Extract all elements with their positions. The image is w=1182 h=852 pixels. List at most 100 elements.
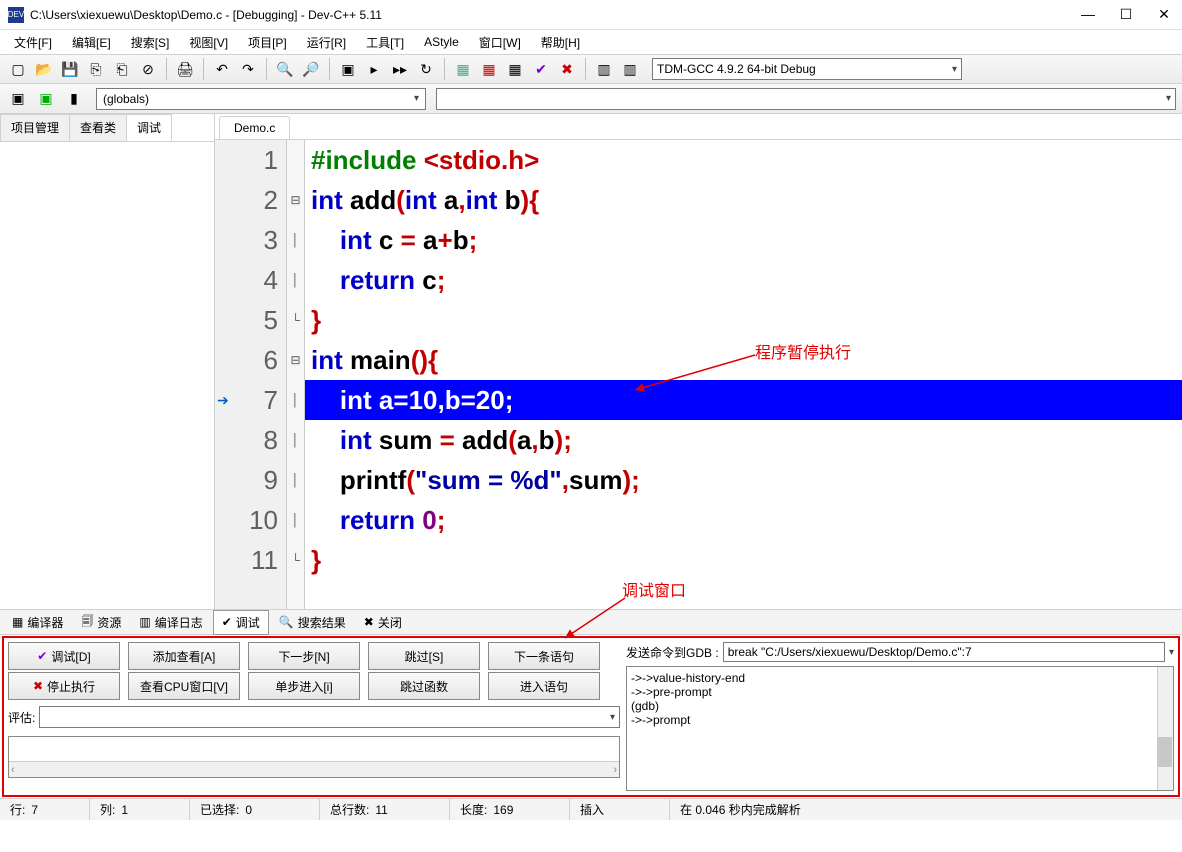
menu-item[interactable]: 项目[P] [240, 32, 295, 53]
function-combo[interactable]: ▾ [436, 88, 1176, 110]
status-total-value: 11 [375, 803, 387, 817]
button-label: 跳过[S] [405, 648, 444, 665]
compile-run-icon[interactable]: ▸▸ [388, 57, 412, 81]
eval-combo[interactable]: ▾ [39, 706, 620, 728]
status-sel-value: 0 [245, 803, 252, 817]
debug-button[interactable]: 下一步[N] [248, 642, 360, 670]
horizontal-scrollbar[interactable]: ‹› [9, 761, 619, 777]
open-file-icon[interactable]: 📂 [32, 57, 56, 81]
title-bar: DEV C:\Users\xiexuewu\Desktop\Demo.c - [… [0, 0, 1182, 30]
menu-item[interactable]: 编辑[E] [64, 32, 119, 53]
save-as-icon[interactable]: ⎗ [110, 57, 134, 81]
close-file-icon[interactable]: ⊘ [136, 57, 160, 81]
left-panel: 项目管理查看类调试 [0, 114, 215, 609]
status-sel-label: 已选择: [200, 801, 239, 818]
debug-button[interactable]: ✔调试[D] [8, 642, 120, 670]
status-total-label: 总行数: [330, 801, 369, 818]
menu-item[interactable]: 窗口[W] [471, 32, 529, 53]
delete-icon[interactable]: ✖ [555, 57, 579, 81]
bookmark-icon[interactable]: ▣ [34, 87, 58, 111]
menu-item[interactable]: 搜索[S] [123, 32, 178, 53]
find-icon[interactable]: 🔍 [273, 57, 297, 81]
button-label: 查看CPU窗口[V] [140, 678, 228, 695]
debug-button[interactable]: 查看CPU窗口[V] [128, 672, 240, 700]
left-panel-tab[interactable]: 调试 [126, 114, 172, 141]
chevron-down-icon: ▾ [952, 64, 957, 75]
save-all-icon[interactable]: ⎘ [84, 57, 108, 81]
tab-label: 编译日志 [155, 614, 203, 631]
bottom-tab[interactable]: ▦编译器 [4, 611, 71, 634]
maximize-button[interactable]: ☐ [1116, 6, 1136, 23]
debug-button[interactable]: 添加查看[A] [128, 642, 240, 670]
code-editor[interactable]: 1234567➔891011 ⊟││└⊟││││└ #include <stdi… [215, 140, 1182, 609]
tab-label: 调试 [236, 614, 260, 631]
left-panel-tab[interactable]: 项目管理 [0, 114, 70, 141]
book-icon[interactable]: ▮ [62, 87, 86, 111]
status-bar: 行:7 列:1 已选择:0 总行数:11 长度:169 插入 在 0.046 秒… [0, 798, 1182, 820]
bottom-tab[interactable]: ▥ 编译日志 [131, 611, 210, 634]
menu-item[interactable]: AStyle [416, 33, 467, 51]
rebuild-icon[interactable]: ↻ [414, 57, 438, 81]
redo-icon[interactable]: ↷ [236, 57, 260, 81]
goto-icon[interactable]: ▣ [6, 87, 30, 111]
close-button[interactable]: ✕ [1154, 6, 1174, 23]
left-panel-tab[interactable]: 查看类 [69, 114, 127, 141]
gdb-command-input[interactable] [723, 642, 1165, 662]
chevron-down-icon: ▾ [414, 93, 419, 104]
status-col-label: 列: [100, 801, 115, 818]
menu-bar: 文件[F]编辑[E]搜索[S]视图[V]项目[P]运行[R]工具[T]AStyl… [0, 30, 1182, 54]
debug-button[interactable]: 跳过函数 [368, 672, 480, 700]
file-tab[interactable]: Demo.c [219, 116, 290, 139]
toolbar-separator [444, 58, 445, 80]
status-len-label: 长度: [460, 801, 487, 818]
debug-button[interactable]: 进入语句 [488, 672, 600, 700]
compile-icon[interactable]: ▣ [336, 57, 360, 81]
bottom-tab[interactable]: ✔调试 [213, 610, 269, 635]
save-icon[interactable]: 💾 [58, 57, 82, 81]
debug-button[interactable]: ✖停止执行 [8, 672, 120, 700]
check-icon[interactable]: ✔ [529, 57, 553, 81]
scope-combo[interactable]: (globals) ▾ [96, 88, 426, 110]
profile-icon[interactable]: ▦ [503, 57, 527, 81]
bottom-tab[interactable]: 🔍搜索结果 [271, 611, 354, 634]
debug-panel: ✔调试[D] 添加查看[A] 下一步[N] 跳过[S] 下一条语句 ✖停止执行 查看CPU… [2, 636, 1180, 797]
stop-icon[interactable]: ▦ [477, 57, 501, 81]
menu-item[interactable]: 运行[R] [299, 32, 354, 53]
tab-icon: ✖ [364, 615, 374, 629]
print-icon[interactable]: 🖨 [173, 57, 197, 81]
status-len-value: 169 [493, 803, 513, 817]
vertical-scrollbar[interactable] [1157, 667, 1173, 790]
menu-item[interactable]: 视图[V] [181, 32, 236, 53]
button-label: 跳过函数 [400, 678, 448, 695]
scope-text: (globals) [103, 92, 149, 106]
debug-button[interactable]: 跳过[S] [368, 642, 480, 670]
annotation-debug-window: 调试窗口 [622, 577, 686, 601]
compiler-profile-combo[interactable]: TDM-GCC 4.9.2 64-bit Debug ▾ [652, 58, 962, 80]
toolbar-separator [329, 58, 330, 80]
replace-icon[interactable]: 🔎 [299, 57, 323, 81]
chevron-down-icon: ▾ [610, 712, 615, 723]
run-icon[interactable]: ▸ [362, 57, 386, 81]
toolbar-separator [585, 58, 586, 80]
minimize-button[interactable]: ― [1078, 6, 1098, 23]
menu-item[interactable]: 工具[T] [358, 32, 412, 53]
toolbar-separator [266, 58, 267, 80]
main-toolbar: ▢ 📂 💾 ⎘ ⎗ ⊘ 🖨 ↶ ↷ 🔍 🔎 ▣ ▸ ▸▸ ↻ ▦ ▦ ▦ ✔ ✖… [0, 54, 1182, 84]
undo-icon[interactable]: ↶ [210, 57, 234, 81]
tab-label: 资源 [97, 614, 121, 631]
bottom-tab[interactable]: 🗐资源 [73, 609, 129, 636]
toolbar-separator [203, 58, 204, 80]
tab-icon: ▥ [139, 615, 150, 629]
bottom-tab[interactable]: ✖关闭 [356, 611, 410, 634]
debug-button[interactable]: 下一条语句 [488, 642, 600, 670]
debug-icon[interactable]: ▦ [451, 57, 475, 81]
chart-delete-icon[interactable]: ▥ [618, 57, 642, 81]
menu-item[interactable]: 文件[F] [6, 32, 60, 53]
chart-icon[interactable]: ▥ [592, 57, 616, 81]
menu-item[interactable]: 帮助[H] [533, 32, 588, 53]
chevron-down-icon[interactable]: ▾ [1169, 647, 1174, 658]
button-label: 进入语句 [520, 678, 568, 695]
gdb-output[interactable]: ->->value-history-end->->pre-prompt(gdb)… [626, 666, 1174, 791]
new-file-icon[interactable]: ▢ [6, 57, 30, 81]
debug-button[interactable]: 单步进入[i] [248, 672, 360, 700]
